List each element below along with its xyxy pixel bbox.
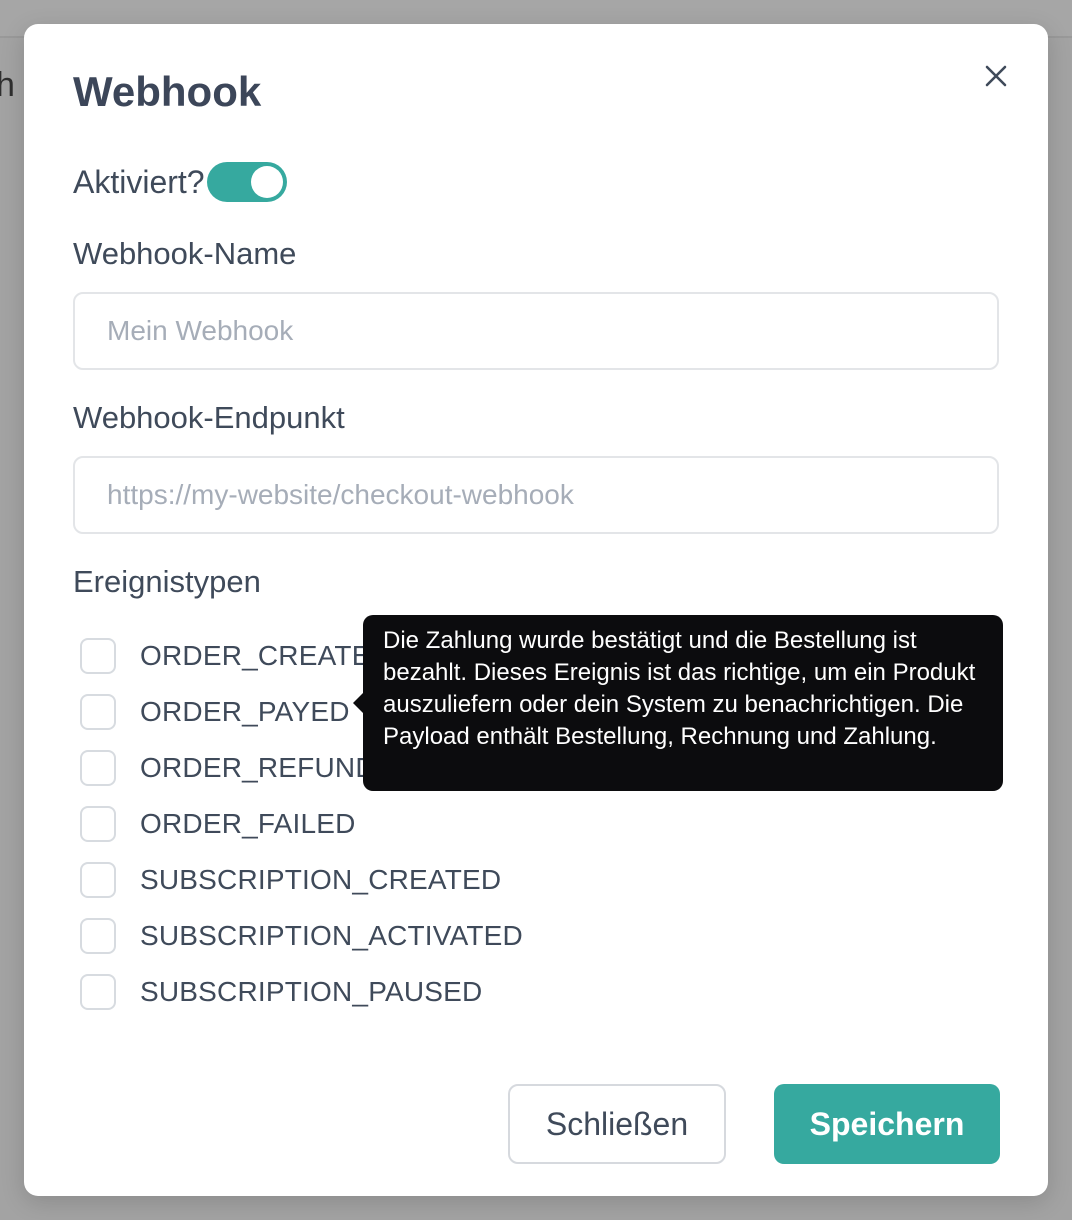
event-checkbox[interactable] xyxy=(80,806,116,842)
event-label: SUBSCRIPTION_CREATED xyxy=(140,864,502,895)
webhook-dialog: Webhook Aktiviert? Webhook-Name Webhook-… xyxy=(24,24,1048,1196)
close-dialog-button[interactable]: Schließen xyxy=(508,1084,726,1164)
activated-toggle[interactable] xyxy=(206,162,287,202)
toggle-knob xyxy=(250,166,283,198)
event-item-subscription-activated[interactable]: SUBSCRIPTION_ACTIVATED xyxy=(80,908,523,964)
webhook-name-label: Webhook-Name xyxy=(73,236,297,271)
close-icon xyxy=(985,65,1007,87)
event-item-subscription-created[interactable]: SUBSCRIPTION_CREATED xyxy=(80,852,523,908)
event-checkbox[interactable] xyxy=(80,862,116,898)
event-checkbox[interactable] xyxy=(80,694,116,730)
activated-label: Aktiviert? xyxy=(73,163,205,200)
webhook-name-input[interactable] xyxy=(73,292,999,370)
event-types-label: Ereignistypen xyxy=(73,564,261,599)
event-checkbox[interactable] xyxy=(80,638,116,674)
dialog-title: Webhook xyxy=(73,68,262,115)
event-item-order-failed[interactable]: ORDER_FAILED xyxy=(80,796,523,852)
event-label: ORDER_PAYED xyxy=(140,696,350,727)
tooltip-text: Die Zahlung wurde bestätigt und die Best… xyxy=(383,627,976,750)
event-item-subscription-paused[interactable]: SUBSCRIPTION_PAUSED xyxy=(80,964,523,1020)
save-button[interactable]: Speichern xyxy=(774,1084,1000,1164)
background-text: h xyxy=(0,66,15,104)
activated-row: Aktiviert? xyxy=(73,162,287,202)
close-button[interactable] xyxy=(980,60,1012,92)
tooltip-arrow xyxy=(353,693,363,713)
event-label: SUBSCRIPTION_PAUSED xyxy=(140,976,483,1007)
event-checkbox[interactable] xyxy=(80,750,116,786)
event-tooltip: Die Zahlung wurde bestätigt und die Best… xyxy=(353,615,1003,791)
event-label: ORDER_CREATED xyxy=(140,640,392,671)
event-label: SUBSCRIPTION_ACTIVATED xyxy=(140,920,523,951)
event-checkbox[interactable] xyxy=(80,918,116,954)
webhook-endpoint-label: Webhook-Endpunkt xyxy=(73,400,345,435)
webhook-endpoint-input[interactable] xyxy=(73,456,999,534)
event-label: ORDER_FAILED xyxy=(140,808,356,839)
event-checkbox[interactable] xyxy=(80,974,116,1010)
